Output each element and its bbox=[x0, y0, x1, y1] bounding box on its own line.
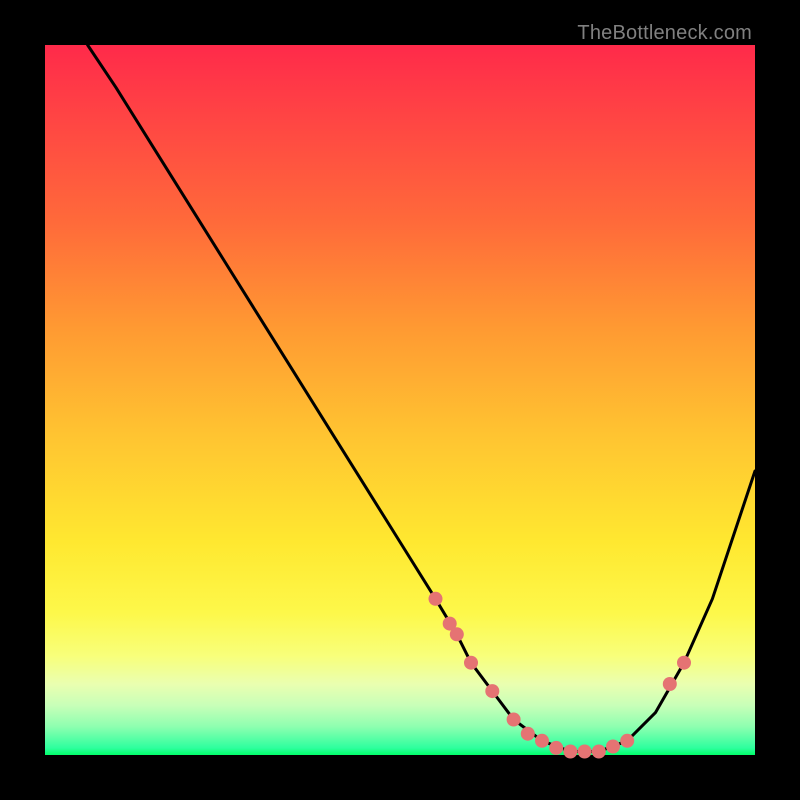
marker-point bbox=[578, 745, 592, 759]
chart-plot-area bbox=[45, 45, 755, 755]
marker-point bbox=[521, 727, 535, 741]
marker-point bbox=[677, 656, 691, 670]
bottleneck-curve bbox=[88, 45, 755, 752]
marker-point bbox=[429, 592, 443, 606]
marker-point bbox=[485, 684, 499, 698]
marker-point bbox=[535, 734, 549, 748]
marker-point bbox=[507, 713, 521, 727]
marker-point bbox=[464, 656, 478, 670]
marker-point bbox=[620, 734, 634, 748]
chart-svg bbox=[45, 45, 755, 755]
highlight-markers bbox=[429, 592, 692, 759]
watermark-text: TheBottleneck.com bbox=[577, 22, 752, 45]
marker-point bbox=[592, 745, 606, 759]
marker-point bbox=[606, 740, 620, 754]
marker-point bbox=[450, 627, 464, 641]
marker-point bbox=[663, 677, 677, 691]
marker-point bbox=[563, 745, 577, 759]
marker-point bbox=[549, 741, 563, 755]
